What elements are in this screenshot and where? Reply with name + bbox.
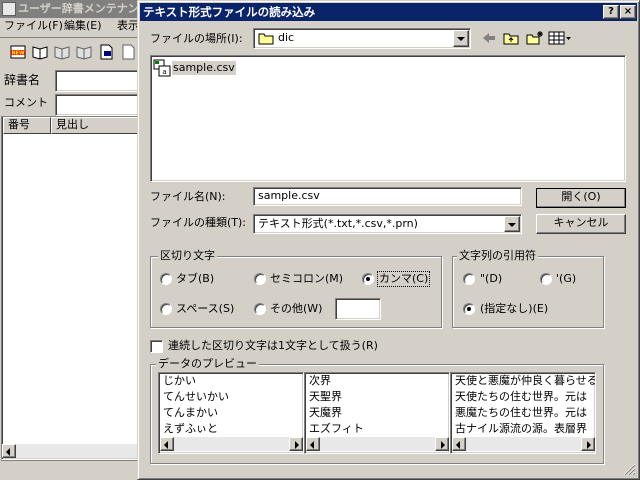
delimiter-tab-radio[interactable] [160, 273, 172, 285]
delimiter-group [150, 256, 442, 328]
delimiter-tab-label: タブ(B) [176, 272, 215, 285]
quote-double-label: "(D) [480, 272, 503, 285]
preview-cell: 天使たちの住む世界。元は [455, 390, 587, 403]
folder-icon [258, 33, 274, 45]
scroll-left-button[interactable] [160, 437, 174, 451]
delimiter-other-input[interactable] [335, 298, 381, 320]
delimiter-other-label: その他(W) [270, 302, 323, 315]
resize-grip-icon[interactable] [622, 462, 636, 476]
file-name: sample.csv [172, 61, 236, 75]
preview-cell: えずふぃと [163, 422, 218, 435]
location-label: ファイルの場所(I): [150, 32, 243, 45]
book-icon[interactable] [54, 44, 70, 60]
delimiter-group-label: 区切り文字 [158, 249, 217, 262]
csv-file-icon: a [153, 59, 171, 77]
scroll-left-button[interactable] [306, 437, 320, 451]
quote-double-radio[interactable] [463, 273, 475, 285]
chevron-down-icon [508, 223, 516, 227]
preview-cell: 古ナイル源流の源。表層界 [455, 422, 587, 435]
dialog-title: テキスト形式ファイルの読み込み [140, 3, 637, 21]
menu-view[interactable]: 表示 [117, 19, 139, 33]
new-dictionary-icon[interactable]: NEW [10, 44, 26, 60]
scroll-right-button[interactable] [435, 437, 449, 451]
svg-text:NEW: NEW [11, 51, 25, 57]
chevron-down-icon [457, 37, 465, 41]
dictionary-name-input[interactable] [55, 70, 139, 92]
quote-group-label: 文字列の引用符 [457, 249, 538, 262]
scroll-left-button[interactable] [452, 437, 466, 451]
background-window-title: ユーザー辞書メンテナンス [0, 0, 140, 18]
open-button[interactable]: 開く(O) [536, 188, 626, 208]
comment-input[interactable] [55, 94, 139, 116]
delimiter-space-label: スペース(S) [176, 302, 235, 315]
help-button[interactable]: ? [603, 5, 619, 19]
document-icon[interactable] [98, 44, 114, 60]
column-number[interactable]: 番号 [3, 117, 51, 134]
preview-column-2-hscroll[interactable] [306, 437, 449, 451]
delimiter-other-radio[interactable] [254, 303, 266, 315]
filetype-label: ファイルの種類(T): [150, 216, 247, 229]
preview-cell: じかい [163, 374, 196, 387]
back-arrow-icon[interactable] [481, 30, 497, 46]
preview-column-3-hscroll[interactable] [452, 437, 595, 451]
filename-value: sample.csv [258, 189, 320, 202]
preview-cell: 天魔界 [309, 406, 342, 419]
filename-input[interactable]: sample.csv [253, 187, 522, 206]
location-dropdown-button[interactable] [453, 30, 469, 47]
preview-cell: 天聖界 [309, 390, 342, 403]
menu-divider [0, 37, 137, 38]
delimiter-semicolon-label: セミコロン(M) [270, 272, 344, 285]
preview-cell: てんせいかい [163, 390, 229, 403]
preview-cell: 天使と悪魔が仲良く暮らせる [455, 374, 595, 387]
filetype-dropdown-button[interactable] [504, 216, 520, 232]
location-value: dic [278, 31, 295, 44]
quote-group [452, 256, 604, 328]
open-book-icon[interactable] [32, 44, 48, 60]
quote-single-radio[interactable] [540, 273, 552, 285]
column-heading[interactable]: 見出し [51, 117, 141, 134]
status-bar [1, 460, 140, 480]
file-list[interactable]: a sample.csv [150, 55, 626, 182]
scroll-right-button[interactable] [581, 437, 595, 451]
book-save-icon[interactable] [76, 44, 92, 60]
quote-none-label: (指定なし)(E) [480, 302, 549, 315]
menu-file[interactable]: ファイル(F) [4, 19, 63, 33]
up-folder-icon[interactable] [503, 30, 519, 46]
delimiter-comma-label: カンマ(C) [377, 271, 431, 287]
scroll-left-button[interactable] [2, 444, 16, 458]
preview-group-label: データのプレビュー [156, 357, 259, 370]
scroll-right-button[interactable] [289, 437, 303, 451]
preview-cell: てんまかい [163, 406, 218, 419]
filename-label: ファイル名(N): [150, 190, 226, 203]
consecutive-delimiter-label: 連続した区切り文字は1文字として扱う(R) [168, 339, 378, 352]
new-folder-icon[interactable] [526, 30, 544, 46]
consecutive-delimiter-checkbox[interactable] [150, 340, 163, 353]
page-icon[interactable] [120, 44, 136, 60]
quote-none-radio[interactable] [463, 303, 475, 315]
preview-column-1-hscroll[interactable] [160, 437, 303, 451]
close-button[interactable]: × [620, 5, 636, 19]
menu-edit[interactable]: 編集(E) [64, 19, 102, 33]
cancel-button[interactable]: キャンセル [536, 214, 626, 234]
location-combobox[interactable]: dic [253, 28, 471, 49]
dictionary-name-label: 辞書名 [4, 73, 41, 87]
comment-label: コメント [4, 96, 48, 109]
entry-list[interactable] [1, 116, 140, 460]
entry-list-hscroll[interactable] [2, 444, 140, 458]
view-menu-icon[interactable] [548, 30, 572, 46]
delimiter-comma-radio[interactable] [362, 273, 374, 285]
filetype-value: テキスト形式(*.txt,*.csv,*.prn) [258, 217, 418, 230]
preview-cell: 悪魔たちの住む世界。元は [455, 406, 587, 419]
preview-cell: エズフィト [309, 422, 364, 435]
delimiter-space-radio[interactable] [160, 303, 172, 315]
quote-single-label: '(G) [556, 272, 577, 285]
delimiter-semicolon-radio[interactable] [254, 273, 266, 285]
filetype-combobox[interactable]: テキスト形式(*.txt,*.csv,*.prn) [253, 214, 522, 234]
svg-text:a: a [162, 68, 166, 76]
app-icon [2, 2, 16, 16]
preview-cell: 次界 [309, 374, 331, 387]
